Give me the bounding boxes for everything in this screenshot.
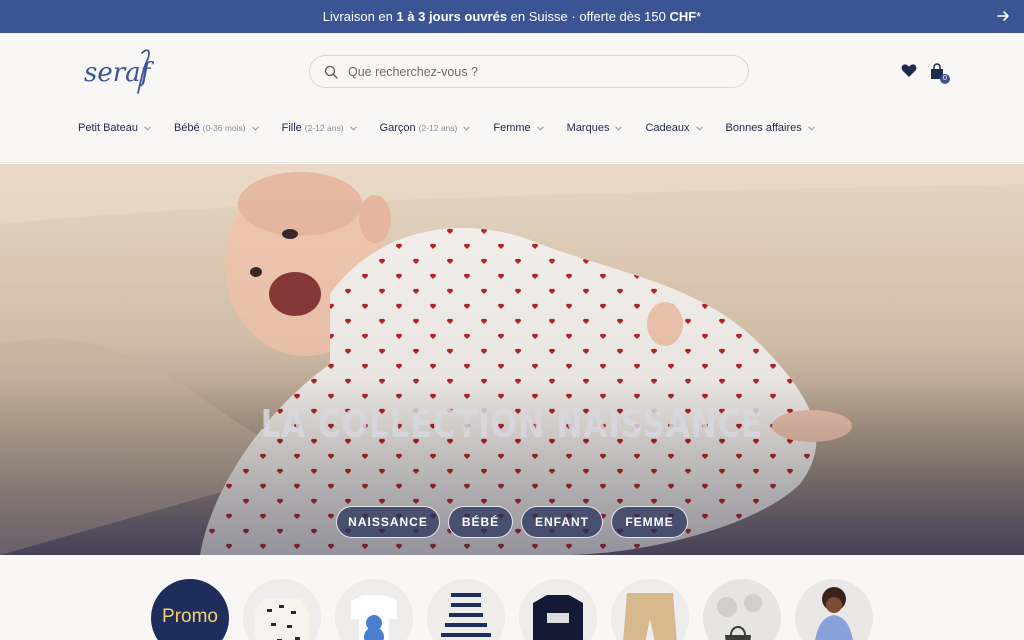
category-carousel: Promo <box>0 555 1024 640</box>
hero-button-group: NAISSANCE BÉBÉ ENFANT FEMME <box>336 506 696 538</box>
nav-item-garcon[interactable]: Garçon (2-12 ans) <box>380 122 471 134</box>
search-bar[interactable] <box>309 55 749 88</box>
shorts-image <box>611 579 689 640</box>
category-tote-bag[interactable] <box>703 579 781 640</box>
tote-bag-image <box>703 579 781 640</box>
nav-item-cadeaux[interactable]: Cadeaux <box>645 122 703 134</box>
cart-count-badge: 0 <box>940 74 950 84</box>
hero-baby-image <box>0 164 1024 555</box>
nav-item-petit-bateau[interactable]: Petit Bateau <box>78 122 151 134</box>
chevron-down-icon <box>463 125 471 131</box>
category-bear-tshirt[interactable] <box>335 579 413 640</box>
category-girl-jacket[interactable] <box>795 579 873 640</box>
pyjama-image <box>243 579 321 640</box>
chevron-down-icon <box>615 125 623 131</box>
site-header: seraf 0 Petit Bateau Bébé(0-36 mois) Fil… <box>0 33 1024 163</box>
striped-dress-image <box>427 579 505 640</box>
arrow-right-icon[interactable] <box>996 9 1010 23</box>
announcement-text: Livraison en 1 à 3 jours ouvrés en Suiss… <box>322 9 702 24</box>
naissance-button[interactable]: NAISSANCE <box>336 506 440 538</box>
nav-item-bebe[interactable]: Bébé (0-36 mois) <box>174 122 259 134</box>
category-striped-dress[interactable] <box>427 579 505 640</box>
seraf-logo[interactable]: seraf <box>82 45 158 97</box>
femme-button[interactable]: FEMME <box>611 506 688 538</box>
nav-item-fille[interactable]: Fille (2-12 ans) <box>282 122 357 134</box>
chevron-down-icon <box>536 125 544 131</box>
nav-item-marques[interactable]: Marques <box>567 122 623 134</box>
chevron-down-icon <box>144 125 151 131</box>
hero-title: LA COLLECTION NAISSANCE <box>260 402 764 446</box>
bear-tshirt-image <box>335 579 413 640</box>
chevron-down-icon <box>349 125 357 131</box>
hero-banner[interactable]: LA COLLECTION NAISSANCE NAISSANCE BÉBÉ E… <box>0 164 1024 555</box>
svg-text:seraf: seraf <box>84 58 155 88</box>
search-input[interactable] <box>348 64 728 79</box>
wishlist-heart-icon[interactable] <box>901 63 917 78</box>
enfant-button[interactable]: ENFANT <box>521 506 603 538</box>
search-icon <box>324 65 338 79</box>
main-navigation: Petit Bateau Bébé (0-36 mois) Fille (2-12 … <box>78 122 838 134</box>
chevron-down-icon <box>807 125 815 131</box>
category-grand-sweatshirt[interactable] <box>519 579 597 640</box>
category-promo[interactable]: Promo <box>151 579 229 640</box>
promo-label: Promo <box>162 606 218 627</box>
chevron-down-icon <box>251 125 259 131</box>
bebe-button[interactable]: BÉBÉ <box>448 506 513 538</box>
category-printed-pyjama[interactable] <box>243 579 321 640</box>
category-beige-shorts[interactable] <box>611 579 689 640</box>
girl-jacket-image <box>795 579 873 640</box>
chevron-down-icon <box>695 125 703 131</box>
sweatshirt-image <box>519 579 597 640</box>
nav-item-bonnes-affaires[interactable]: Bonnes affaires <box>726 122 815 134</box>
nav-item-femme[interactable]: Femme <box>493 122 544 134</box>
announcement-bar[interactable]: Livraison en 1 à 3 jours ouvrés en Suiss… <box>0 0 1024 33</box>
